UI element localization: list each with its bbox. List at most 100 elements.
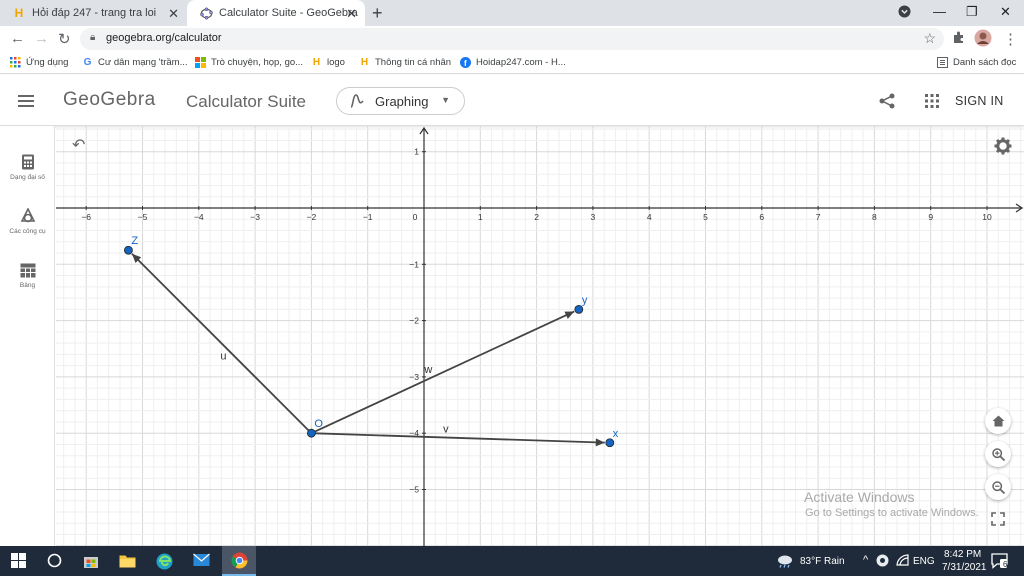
algebra-view-button[interactable]: Dạng đại số [0, 154, 55, 181]
point-x[interactable] [605, 438, 615, 448]
hamburger-menu-icon[interactable] [18, 95, 34, 107]
chrome-icon [231, 552, 248, 569]
vector-label: v [443, 424, 449, 436]
x-tick-label: 5 [703, 212, 708, 222]
restore-icon[interactable]: ❐ [966, 4, 978, 20]
clock-time[interactable]: 8:42 PM [944, 549, 981, 560]
weather-icon[interactable] [776, 554, 794, 571]
left-toolbar: Dạng đại số Các công cụ Bảng [0, 126, 55, 546]
y-tick-label: −1 [409, 259, 419, 269]
tab-geogebra[interactable]: Calculator Suite - GeoGebra ✕ [187, 0, 365, 26]
point-label: O [314, 418, 323, 430]
close-window-icon[interactable]: ✕ [1000, 4, 1011, 20]
geogebra-logo[interactable]: GeoGebra [63, 89, 156, 111]
vector-w[interactable] [311, 310, 575, 435]
windows-start-icon[interactable] [11, 553, 26, 573]
x-tick-label: 1 [478, 212, 483, 222]
x-tick-label: 2 [534, 212, 539, 222]
zoom-in-button[interactable] [985, 441, 1011, 467]
reload-icon[interactable]: ↻ [58, 30, 71, 48]
new-tab-icon[interactable]: + [372, 3, 383, 24]
tool-label: Các công cụ [9, 228, 46, 235]
chrome-menu-icon[interactable]: ⋮ [1003, 30, 1018, 48]
x-tick-label: 8 [872, 212, 877, 222]
graphics-view[interactable]: −6 −5 −4 −3 −2 −1 0 1 2 3 4 5 6 7 8 9 101−1−2−3−4−5 uwv … [56, 126, 1024, 546]
store-icon[interactable] [83, 553, 99, 574]
x-tick-label: 6 [759, 212, 764, 222]
avatar[interactable] [974, 29, 992, 51]
tab-title: Calculator Suite - GeoGebra [219, 7, 358, 19]
network-icon[interactable] [876, 554, 889, 570]
point-label: y [582, 294, 588, 306]
windows-taskbar: 83°F Rain ^ ENG 8:42 PM 7/31/2021 6 [0, 546, 1024, 576]
point-label: x [613, 428, 619, 440]
fullscreen-icon[interactable] [991, 512, 1005, 531]
svg-text:f: f [464, 59, 467, 68]
profile-dropdown-icon[interactable] [898, 5, 911, 21]
tool-label: Bảng [19, 282, 36, 289]
close-tab-icon[interactable]: ✕ [346, 6, 357, 22]
zoom-out-button[interactable] [985, 474, 1011, 500]
point-O[interactable] [306, 428, 316, 438]
chrome-taskbar-button[interactable] [222, 546, 256, 576]
bookmark-profile[interactable]: H Thông tin cá nhân [359, 57, 451, 68]
bookmark-logo[interactable]: H logo [311, 57, 345, 68]
apps-grid-icon[interactable] [925, 94, 939, 108]
bookmark-label: Ứng dụng [26, 57, 69, 68]
vectors: u w v [131, 253, 605, 447]
edge-icon[interactable] [156, 553, 173, 575]
tab-hoidap[interactable]: H Hỏi đáp 247 - trang tra loi ✕ [0, 0, 187, 26]
x-tick-label: −5 [138, 212, 148, 222]
extensions-icon[interactable] [952, 31, 965, 48]
bookmark-apps[interactable]: Ứng dụng [10, 57, 68, 68]
x-tick-label: 0 [413, 212, 418, 222]
tools-view-button[interactable]: Các công cụ [0, 208, 55, 235]
table-icon [20, 263, 35, 278]
browser-tab-strip: H Hỏi đáp 247 - trang tra loi ✕ Calculat… [0, 0, 1024, 26]
language-indicator[interactable]: ENG [913, 556, 935, 567]
vector-label: w [423, 364, 432, 376]
back-icon[interactable]: ← [10, 30, 25, 47]
forward-icon[interactable]: → [34, 30, 49, 47]
app-picker-dropdown[interactable]: Graphing ▼ [336, 87, 465, 115]
geogebra-header: GeoGebra Calculator Suite Graphing ▼ SIG… [0, 75, 1024, 126]
google-icon: G [83, 57, 92, 68]
hoidap-icon: H [312, 57, 321, 68]
mail-icon[interactable] [193, 553, 210, 572]
bookmark-teams[interactable]: Trò chuyện, họp, go... [195, 57, 303, 68]
undo-icon[interactable]: ↶ [72, 135, 85, 155]
bookmark-star-icon[interactable]: ☆ [923, 30, 936, 47]
x-tick-label: −1 [363, 212, 373, 222]
bookmark-google[interactable]: G Cư dân mạng 'trầm... [82, 57, 188, 68]
share-icon[interactable] [878, 92, 896, 110]
point-y[interactable] [574, 304, 584, 314]
home-view-button[interactable] [985, 408, 1011, 434]
reading-list[interactable]: Danh sách đọc [937, 57, 1016, 68]
file-explorer-icon[interactable] [119, 553, 136, 574]
bookmark-facebook[interactable]: f Hoidap247.com - H... [460, 57, 566, 68]
table-view-button[interactable]: Bảng [0, 263, 55, 289]
y-tick-label: 1 [414, 147, 419, 157]
x-tick-label: −3 [250, 212, 260, 222]
bookmark-label: Cư dân mạng 'trầm... [98, 57, 188, 68]
zoom-out-icon [991, 480, 1005, 494]
weather-text[interactable]: 83°F Rain [800, 556, 845, 567]
search-icon[interactable] [47, 553, 62, 573]
activate-windows-title: Activate Windows [804, 489, 915, 505]
clock-date[interactable]: 7/31/2021 [942, 562, 987, 573]
close-tab-icon[interactable]: ✕ [168, 6, 179, 22]
vector-label: u [220, 351, 226, 363]
settings-gear-icon[interactable] [994, 137, 1012, 160]
wifi-icon[interactable] [896, 554, 909, 569]
minimize-icon[interactable]: — [933, 4, 946, 19]
x-tick-label: 3 [591, 212, 596, 222]
microsoft-icon [195, 57, 206, 68]
suite-title: Calculator Suite [186, 92, 307, 111]
sign-in-button[interactable]: SIGN IN [955, 94, 1004, 108]
point-Z[interactable] [124, 245, 133, 255]
x-tick-label: −4 [194, 212, 204, 222]
lock-icon[interactable]: 🔒︎ [90, 32, 95, 43]
address-bar[interactable]: 🔒︎ geogebra.org/calculator ☆ [80, 28, 944, 50]
tray-overflow-icon[interactable]: ^ [863, 554, 868, 566]
hoidap-icon: H [360, 57, 369, 68]
